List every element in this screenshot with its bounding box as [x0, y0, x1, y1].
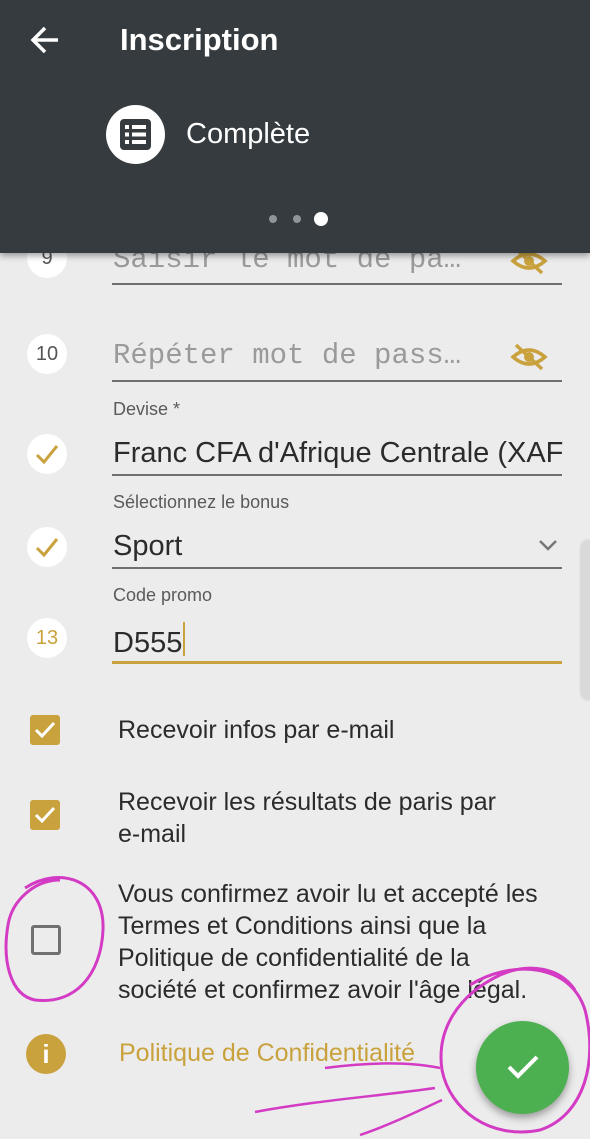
promo-underline — [112, 661, 562, 664]
privacy-policy-link[interactable]: Politique de Confidentialité — [119, 1039, 415, 1068]
step-label: Complète — [186, 118, 311, 150]
check-icon — [34, 806, 56, 824]
pager-dot — [293, 215, 301, 223]
step-icon-circle — [106, 105, 165, 164]
step-check-currency — [27, 434, 67, 474]
repeat-password-underline — [112, 380, 562, 382]
terms-checkbox[interactable] — [31, 925, 61, 955]
check-icon — [35, 538, 59, 558]
check-icon — [35, 445, 59, 465]
currency-select[interactable]: Franc CFA d'Afrique Centrale (XAF) — [113, 437, 563, 470]
submit-button[interactable] — [476, 1021, 569, 1114]
bet-results-label: Recevoir les résultats de paris par e-ma… — [118, 786, 496, 850]
app-header: Inscription Complète — [0, 0, 590, 253]
list-icon — [120, 119, 151, 150]
terms-line-4: société et confirmez avoir l'âge légal. — [118, 976, 528, 1004]
email-info-label: Recevoir infos par e-mail — [118, 716, 395, 744]
step-check-bonus — [27, 527, 67, 567]
bet-results-line-1: Recevoir les résultats de paris par — [118, 788, 496, 816]
check-icon — [34, 721, 56, 739]
email-info-checkbox[interactable] — [30, 715, 60, 745]
repeat-password-input[interactable]: Répéter mot de pass… — [113, 339, 483, 372]
check-icon — [507, 1055, 539, 1079]
terms-label: Vous confirmez avoir lu et accepté les T… — [118, 878, 538, 1006]
step-number-13: 13 — [27, 618, 67, 658]
page-title: Inscription — [120, 22, 279, 57]
promo-code-value: D555 — [113, 627, 183, 659]
bet-results-line-2: e-mail — [118, 820, 187, 848]
terms-line-2: Termes et Conditions ainsi que la — [118, 912, 487, 940]
terms-line-1: Vous confirmez avoir lu et accepté les — [118, 880, 538, 908]
scrollbar[interactable] — [582, 540, 590, 700]
promo-label: Code promo — [113, 585, 213, 605]
currency-underline — [112, 474, 562, 476]
back-arrow-icon[interactable] — [28, 22, 68, 58]
password-underline — [112, 283, 562, 285]
pager-dots — [0, 211, 590, 227]
currency-label: Devise * — [113, 399, 181, 419]
bonus-underline — [112, 567, 562, 569]
text-caret — [183, 622, 186, 656]
pager-dot-active — [314, 212, 328, 226]
bonus-label: Sélectionnez le bonus — [113, 492, 290, 512]
terms-line-3: Politique de confidentialité de la — [118, 944, 470, 972]
bonus-select[interactable]: Sport — [113, 530, 513, 563]
step-number-10: 10 — [27, 334, 67, 374]
bet-results-checkbox[interactable] — [30, 800, 60, 830]
promo-code-input[interactable]: D555 — [113, 622, 553, 660]
pager-dot — [269, 215, 277, 223]
eye-off-icon[interactable] — [510, 342, 548, 372]
info-icon: i — [26, 1034, 66, 1074]
chevron-down-icon[interactable] — [538, 538, 558, 552]
